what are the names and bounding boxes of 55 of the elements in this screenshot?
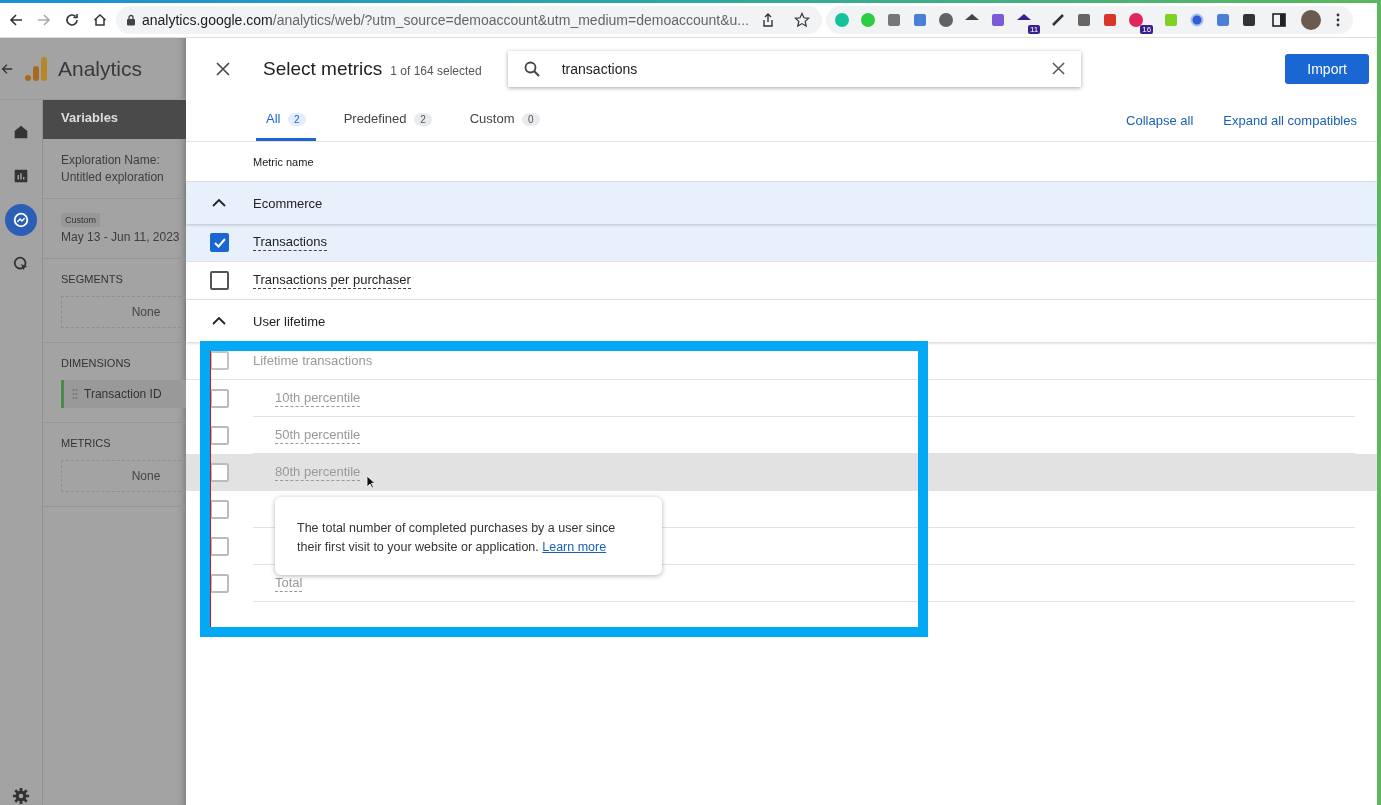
extension-icon[interactable] (1050, 12, 1067, 28)
checkbox[interactable] (210, 233, 229, 252)
metric-name: 50th percentile (275, 426, 361, 444)
search-icon (523, 60, 540, 77)
link[interactable]: Collapse all (1126, 112, 1194, 128)
explore-nav-icon[interactable] (5, 204, 37, 236)
column-header: Metric name (253, 155, 314, 168)
analytics-logo (24, 54, 48, 83)
metric-name: Lifetime transactions (253, 352, 373, 369)
dialog-title: Select metrics (263, 57, 383, 80)
metric-name: 10th percentile (275, 389, 361, 407)
date-chip: Custom (61, 213, 100, 227)
search-input[interactable]: transactions (559, 59, 1032, 78)
group-header[interactable]: User lifetime (186, 300, 1377, 342)
app-title: Analytics (58, 56, 143, 81)
avatar[interactable] (1301, 10, 1322, 30)
extension-badge: 16 (1140, 25, 1154, 34)
metric-name: Transactions per purchaser (253, 272, 411, 289)
address-bar[interactable]: analytics.google.com/analytics/web/?utm_source=demoaccount&utm_medium=demoaccount&u... (116, 6, 822, 34)
extension-icon[interactable] (1241, 12, 1258, 28)
extension-badge: 11 (1028, 25, 1041, 34)
chevron-icon (212, 316, 226, 326)
date-range[interactable]: May 13 - Jun 11, 2023 (61, 230, 186, 244)
section-title: METRICS (61, 437, 112, 449)
group-header[interactable]: Ecommerce (186, 182, 1377, 224)
cursor-icon (366, 475, 376, 489)
section-title: DIMENSIONS (61, 357, 132, 369)
tab[interactable]: Custom 0 (459, 99, 550, 141)
url-text: analytics.google.com/analytics/web/?utm_source=demoaccount&utm_medium=demoaccount&u... (142, 12, 748, 28)
exploration-name[interactable]: Untitled exploration (61, 170, 186, 184)
link[interactable]: Expand all compatibles (1223, 112, 1357, 128)
search-field[interactable]: transactions (507, 50, 1081, 87)
chevron-icon (212, 198, 226, 208)
tab[interactable]: All 2 (256, 99, 316, 141)
checkbox[interactable] (210, 271, 229, 290)
extension-icon[interactable] (1189, 12, 1206, 28)
learn-more-link[interactable]: Learn more (542, 540, 607, 554)
drag-handle-icon[interactable] (72, 388, 78, 400)
close-icon[interactable] (216, 61, 230, 76)
dimension-chip[interactable]: Transaction ID (61, 380, 186, 408)
metric-name: 80th percentile (275, 463, 361, 481)
field-label: Exploration Name: (61, 153, 161, 167)
import-button[interactable]: Import (1285, 53, 1369, 84)
metric-name: Transactions (253, 234, 327, 251)
extension-icon[interactable] (1128, 12, 1145, 28)
clear-icon[interactable] (1051, 62, 1065, 75)
panel-header: Variables (43, 100, 186, 139)
extension-icon[interactable] (1076, 12, 1093, 28)
tooltip-text: The total number of completed purchases by a user since their first visit to your website or application. Learn more (297, 520, 617, 556)
section-title: SEGMENTS (61, 273, 124, 285)
selected-count: 1 of 164 selected (390, 63, 482, 78)
tab[interactable]: Predefined 2 (333, 99, 442, 141)
lock-icon (126, 14, 136, 26)
extension-icon[interactable] (938, 12, 954, 28)
settings-icon[interactable] (12, 787, 30, 805)
